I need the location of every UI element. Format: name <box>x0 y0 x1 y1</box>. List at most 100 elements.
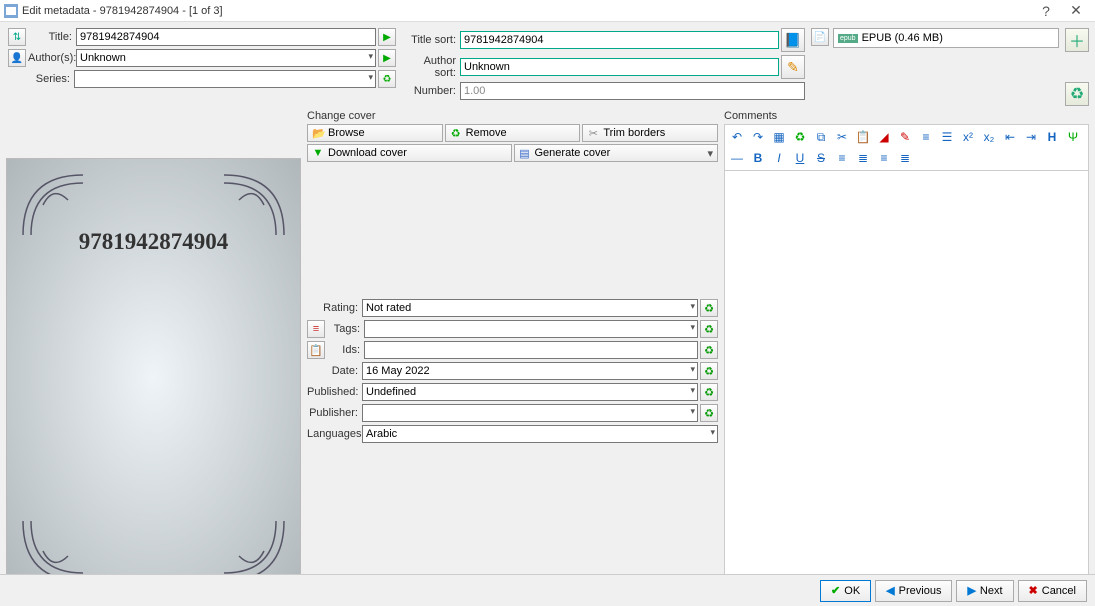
ids-input[interactable] <box>364 341 698 359</box>
publisher-input[interactable] <box>362 404 698 422</box>
bold-icon[interactable]: B <box>749 149 767 167</box>
tags-input[interactable] <box>364 320 698 338</box>
authorsort-label: Author sort: <box>400 55 460 79</box>
authors-label: Author(s): <box>28 52 76 64</box>
number-label: Number: <box>400 85 460 97</box>
download-icon: ▼ <box>312 147 324 159</box>
publisher-label: Publisher: <box>307 407 362 419</box>
rating-input[interactable] <box>362 299 698 317</box>
close-button[interactable]: ✕ <box>1061 2 1091 19</box>
top-fields: ⇅ Title: ▶ 👤 Author(s): ▶ Series: ♻ Titl… <box>0 22 1095 108</box>
ids-paste-icon[interactable]: 📋 <box>307 341 325 359</box>
published-input[interactable] <box>362 383 698 401</box>
check-icon: ✔ <box>831 584 840 597</box>
format-icon[interactable]: 📄 <box>811 28 829 46</box>
next-label: Next <box>980 585 1003 597</box>
title-arrow-icon[interactable]: ▶ <box>378 28 396 46</box>
cover-text: 9781942874904 <box>7 229 300 255</box>
add-format-icon[interactable]: ＋ <box>1065 28 1089 52</box>
subscript-icon[interactable]: x₂ <box>980 128 998 146</box>
italic-icon[interactable]: I <box>770 149 788 167</box>
redo-icon[interactable]: ↷ <box>749 128 767 146</box>
ok-label: OK <box>844 585 860 597</box>
authors-arrow-icon[interactable]: ▶ <box>378 49 396 67</box>
tags-edit-icon[interactable]: ≡ <box>307 320 325 338</box>
next-button[interactable]: ▶Next <box>956 580 1013 602</box>
align-center-icon[interactable]: ≣ <box>854 149 872 167</box>
heading-icon[interactable]: H <box>1043 128 1061 146</box>
background-icon[interactable]: ◢ <box>875 128 893 146</box>
languages-label: Languages: <box>307 428 362 440</box>
series-label: Series: <box>26 73 74 85</box>
number-input[interactable] <box>460 82 805 100</box>
ids-recycle-icon[interactable]: ♻ <box>700 341 718 359</box>
previous-button[interactable]: ◀ Previous <box>875 580 952 602</box>
cancel-button[interactable]: ✖Cancel <box>1018 580 1087 602</box>
help-button[interactable]: ? <box>1031 3 1061 19</box>
undo-icon[interactable]: ↶ <box>728 128 746 146</box>
previous-label: Previous <box>899 585 942 597</box>
recycle-format-icon[interactable]: ♻ <box>1065 82 1089 106</box>
date-input[interactable] <box>362 362 698 380</box>
generate-cover-button[interactable]: ▤Generate cover▾ <box>514 144 719 162</box>
link-icon[interactable]: Ψ <box>1064 128 1082 146</box>
titlesort-input[interactable] <box>460 31 779 49</box>
remove-button[interactable]: ♻ Remove <box>445 124 581 142</box>
cut-icon[interactable]: ✂ <box>833 128 851 146</box>
align-left-icon[interactable]: ≡ <box>833 149 851 167</box>
titlebar: Edit metadata - 9781942874904 - [1 of 3]… <box>0 0 1095 22</box>
paste-icon[interactable]: 📋 <box>854 128 872 146</box>
indent-icon[interactable]: ⇥ <box>1022 128 1040 146</box>
publisher-recycle-icon[interactable]: ♻ <box>700 404 718 422</box>
titlesort-label: Title sort: <box>400 34 460 46</box>
cancel-label: Cancel <box>1042 585 1076 597</box>
browse-button[interactable]: 📂Browse <box>307 124 443 142</box>
align-right-icon[interactable]: ≡ <box>875 149 893 167</box>
trim-button[interactable]: ✂Trim borders <box>582 124 718 142</box>
prev-icon: ◀ <box>886 584 894 597</box>
date-label: Date: <box>307 365 362 377</box>
comments-label: Comments <box>724 110 1089 122</box>
authors-input[interactable] <box>76 49 376 67</box>
outdent-icon[interactable]: ⇤ <box>1001 128 1019 146</box>
epub-icon: epub <box>838 34 858 43</box>
ul-icon[interactable]: ≡ <box>917 128 935 146</box>
superscript-icon[interactable]: x² <box>959 128 977 146</box>
align-justify-icon[interactable]: ≣ <box>896 149 914 167</box>
select-all-icon[interactable]: ▦ <box>770 128 788 146</box>
book-icon[interactable]: 📘 <box>781 28 805 52</box>
authorsort-input[interactable] <box>460 58 779 76</box>
title-input[interactable] <box>76 28 376 46</box>
languages-input[interactable] <box>362 425 718 443</box>
rating-label: Rating: <box>307 302 362 314</box>
comments-editor[interactable] <box>724 170 1089 581</box>
series-input[interactable] <box>74 70 376 88</box>
download-cover-label: Download cover <box>328 147 407 159</box>
app-icon <box>4 4 18 18</box>
ol-icon[interactable]: ☰ <box>938 128 956 146</box>
download-cover-button[interactable]: ▼ Download cover <box>307 144 512 162</box>
remove-format-icon[interactable]: ♻ <box>791 128 809 146</box>
swap-title-icon[interactable]: ⇅ <box>8 28 26 46</box>
generate-icon: ▤ <box>519 147 531 160</box>
recycle-icon: ♻ <box>450 127 462 140</box>
author-icon[interactable]: 👤 <box>8 49 26 67</box>
tags-recycle-icon[interactable]: ♻ <box>700 320 718 338</box>
rating-recycle-icon[interactable]: ♻ <box>700 299 718 317</box>
series-recycle-icon[interactable]: ♻ <box>378 70 396 88</box>
copy-icon[interactable]: ⧉ <box>812 128 830 146</box>
published-recycle-icon[interactable]: ♻ <box>700 383 718 401</box>
window-title: Edit metadata - 9781942874904 - [1 of 3] <box>22 5 1031 17</box>
remove-label: Remove <box>466 127 507 139</box>
format-entry[interactable]: epub EPUB (0.46 MB) <box>833 28 1059 48</box>
generate-cover-label: Generate cover <box>535 147 611 159</box>
strike-icon[interactable]: S <box>812 149 830 167</box>
dialog-footer: ✔ OK ◀ Previous ▶Next ✖Cancel <box>0 574 1095 606</box>
foreground-icon[interactable]: ✎ <box>896 128 914 146</box>
cover-preview[interactable]: 9781942874904 1200 x 1600 <box>6 158 301 598</box>
date-recycle-icon[interactable]: ♻ <box>700 362 718 380</box>
edit-authors-icon[interactable]: ✎ <box>781 55 805 79</box>
hr-icon[interactable]: — <box>728 149 746 167</box>
underline-icon[interactable]: U <box>791 149 809 167</box>
ok-button[interactable]: ✔ OK <box>820 580 871 602</box>
